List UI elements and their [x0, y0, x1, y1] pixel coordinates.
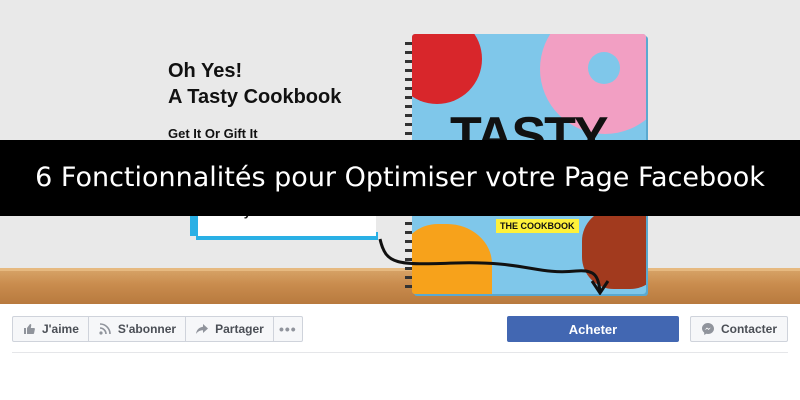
donut-hole: [588, 52, 620, 84]
contact-button[interactable]: Contacter: [690, 316, 788, 342]
follow-label: S'abonner: [117, 322, 177, 336]
promo-line-2: A Tasty Cookbook: [168, 86, 342, 108]
book-label: THE COOKBOOK: [496, 219, 579, 233]
rss-icon: [98, 322, 112, 336]
thumbs-up-icon: [22, 322, 36, 336]
share-label: Partager: [215, 322, 264, 336]
like-button[interactable]: J'aime: [12, 316, 89, 342]
arrow-icon: [378, 238, 610, 295]
divider: [12, 352, 788, 353]
share-button[interactable]: Partager: [185, 316, 274, 342]
promo-text: Oh Yes! A Tasty Cookbook Get It Or Gift …: [168, 58, 341, 141]
title-banner: 6 Fonctionnalités pour Optimiser votre P…: [0, 140, 800, 216]
page-action-group: J'aime S'abonner Partager •••: [12, 316, 303, 342]
promo-subtitle: Get It Or Gift It: [168, 126, 258, 141]
page-action-bar: J'aime S'abonner Partager ••• Acheter Co…: [0, 304, 800, 354]
buy-button[interactable]: Acheter: [507, 316, 679, 342]
follow-button[interactable]: S'abonner: [87, 316, 187, 342]
like-label: J'aime: [42, 322, 79, 336]
cover-photo: Oh Yes! A Tasty Cookbook Get It Or Gift …: [0, 0, 800, 304]
messenger-icon: [701, 322, 715, 336]
share-arrow-icon: [195, 322, 209, 336]
strawberry-image: [412, 34, 482, 104]
more-options-button[interactable]: •••: [272, 316, 303, 342]
promo-line-1: Oh Yes!: [168, 60, 243, 82]
banner-title: 6 Fonctionnalités pour Optimiser votre P…: [35, 162, 765, 193]
contact-label: Contacter: [720, 322, 777, 336]
